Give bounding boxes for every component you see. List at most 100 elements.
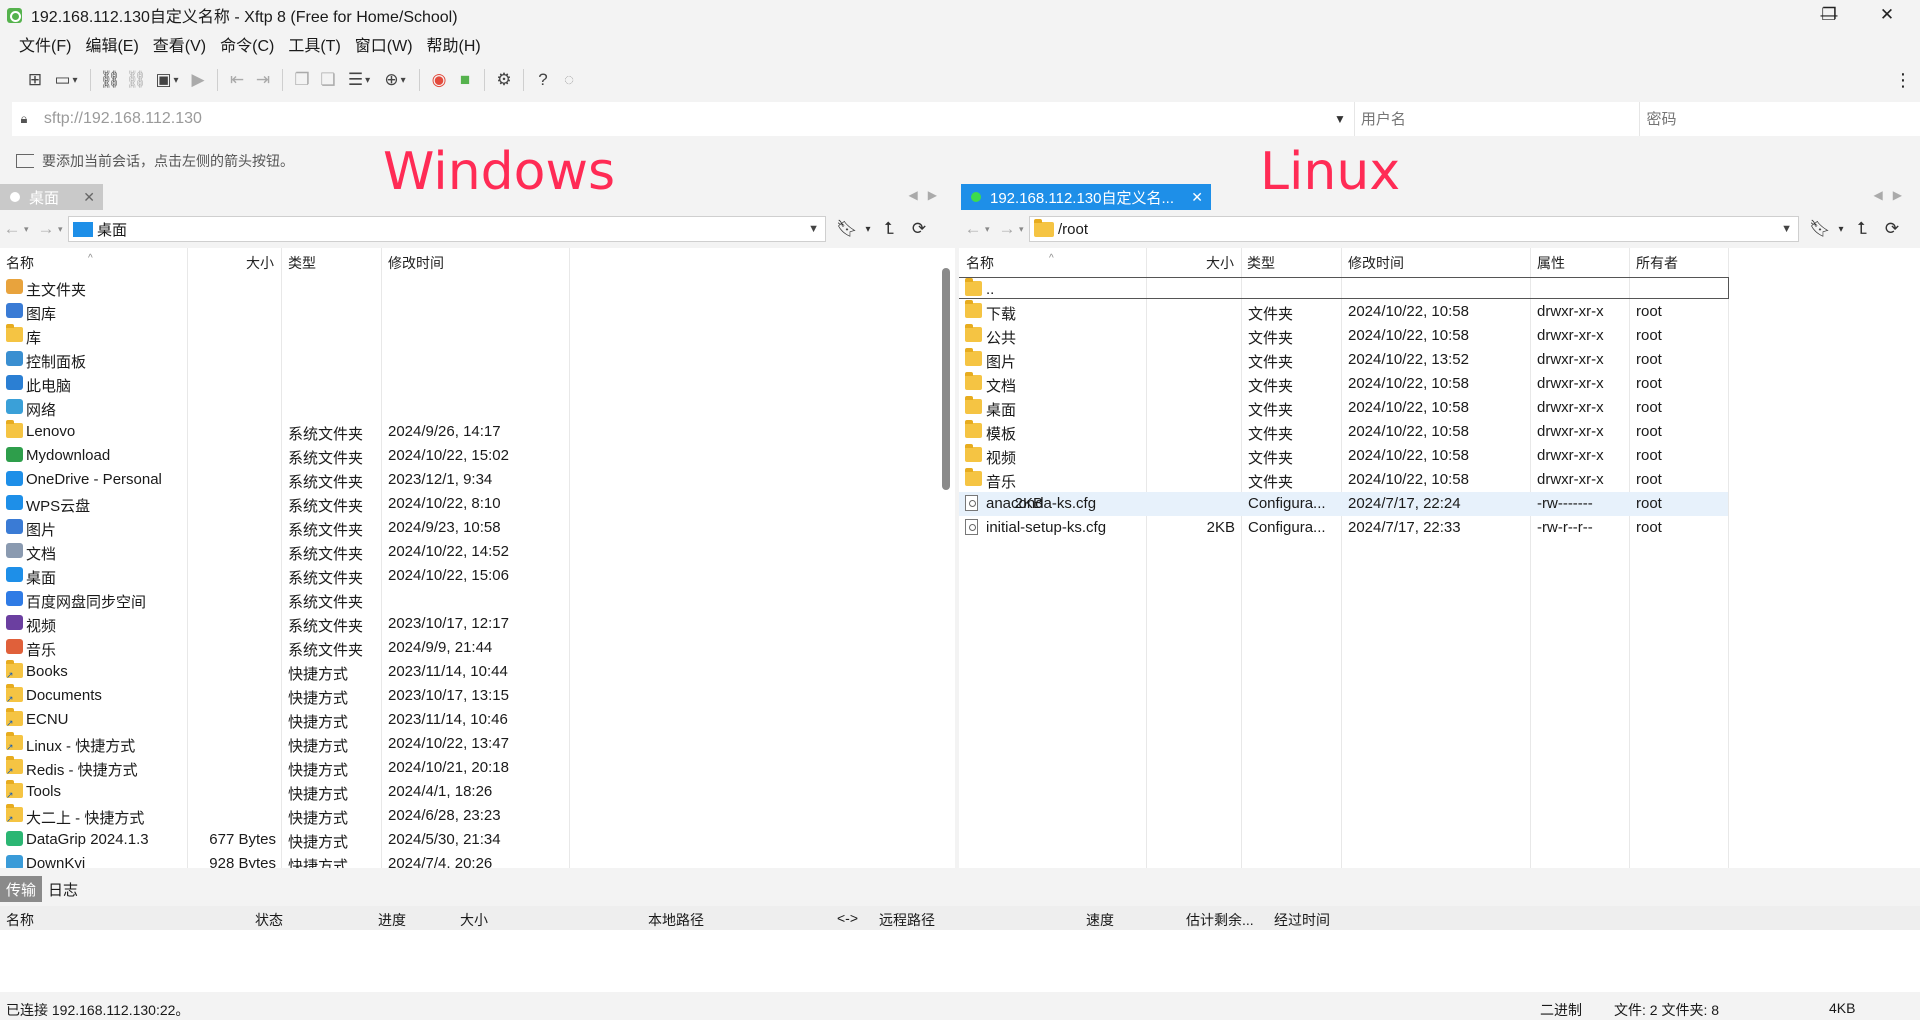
tab-remote-session[interactable]: 192.168.112.130自定义名... ✕	[961, 184, 1211, 210]
tab-transfer[interactable]: 传输	[0, 876, 43, 902]
file-row[interactable]: 公共 文件夹 2024/10/22, 10:58 drwxr-xr-x root	[959, 324, 1920, 348]
parent-folder-icon[interactable]: ⮤	[1847, 219, 1877, 239]
bookmark-dropdown-icon[interactable]: ▾	[862, 224, 874, 235]
col-mtime[interactable]: 修改时间	[388, 253, 444, 273]
file-row[interactable]: 网络	[0, 396, 955, 420]
file-row[interactable]: 此电脑	[0, 372, 955, 396]
file-row[interactable]: ..	[959, 277, 1729, 299]
xftp-icon[interactable]: ■	[452, 67, 478, 93]
file-row[interactable]: 大二上 - 快捷方式 快捷方式 2024/6/28, 23:23	[0, 804, 955, 828]
forward-icon[interactable]: →	[995, 219, 1019, 239]
tab-local-desktop[interactable]: 桌面 ✕	[0, 184, 103, 210]
minimize-button-2[interactable]	[1740, 0, 1798, 30]
file-row[interactable]: Books 快捷方式 2023/11/14, 10:44	[0, 660, 955, 684]
username-input[interactable]	[1353, 102, 1640, 136]
download-icon[interactable]: ⇥	[250, 67, 276, 93]
close-icon[interactable]: ✕	[83, 189, 95, 206]
file-row[interactable]: Documents 快捷方式 2023/10/17, 13:15	[0, 684, 955, 708]
menu-help[interactable]: 帮助(H)	[420, 32, 488, 56]
col-elapsed[interactable]: 经过时间	[1274, 910, 1330, 930]
parent-folder-icon[interactable]: ⮤	[874, 219, 904, 239]
chat-icon[interactable]: ◌	[556, 67, 582, 93]
col-remote-path[interactable]: 远程路径	[879, 910, 935, 930]
file-row[interactable]: Lenovo 系统文件夹 2024/9/26, 14:17	[0, 420, 955, 444]
file-row[interactable]: 下载 文件夹 2024/10/22, 10:58 drwxr-xr-x root	[959, 300, 1920, 324]
file-row[interactable]: 桌面 系统文件夹 2024/10/22, 15:06	[0, 564, 955, 588]
col-type[interactable]: 类型	[288, 253, 316, 273]
paste-icon[interactable]: ❏	[315, 67, 341, 93]
file-row[interactable]: 库	[0, 324, 955, 348]
session-bar-icon[interactable]	[16, 154, 34, 168]
xshell-icon[interactable]: ◉	[426, 67, 452, 93]
file-row[interactable]: 主文件夹	[0, 276, 955, 300]
col-mtime[interactable]: 修改时间	[1348, 253, 1404, 273]
file-row[interactable]: 百度网盘同步空间 系统文件夹	[0, 588, 955, 612]
col-attr[interactable]: 属性	[1537, 253, 1565, 273]
refresh-icon[interactable]: ⟳	[1877, 219, 1907, 239]
file-row[interactable]: 图片 文件夹 2024/10/22, 13:52 drwxr-xr-x root	[959, 348, 1920, 372]
more-options-icon[interactable]: ⋮	[1894, 70, 1912, 91]
disconnect-icon[interactable]: ⛓	[123, 67, 149, 93]
file-row[interactable]: 模板 文件夹 2024/10/22, 10:58 drwxr-xr-x root	[959, 420, 1920, 444]
view-list-icon[interactable]: ☰	[341, 67, 377, 93]
refresh-icon[interactable]: ⟳	[904, 219, 934, 239]
bookmark-dropdown-icon[interactable]: ▾	[1835, 224, 1847, 235]
file-row[interactable]: 文档 系统文件夹 2024/10/22, 14:52	[0, 540, 955, 564]
file-row[interactable]: ECNU 快捷方式 2023/11/14, 10:46	[0, 708, 955, 732]
file-row[interactable]: 视频 文件夹 2024/10/22, 10:58 drwxr-xr-x root	[959, 444, 1920, 468]
remote-path-field[interactable]: /root ▼	[1029, 216, 1799, 242]
col-size[interactable]: 大小	[1206, 253, 1234, 273]
col-local-path[interactable]: 本地路径	[648, 910, 704, 930]
file-row[interactable]: 音乐 文件夹 2024/10/22, 10:58 drwxr-xr-x root	[959, 468, 1920, 492]
file-row[interactable]: Tools 快捷方式 2024/4/1, 18:26	[0, 780, 955, 804]
close-icon[interactable]: ✕	[1191, 189, 1203, 206]
path-dropdown-icon[interactable]: ▼	[808, 223, 819, 235]
back-dropdown-icon[interactable]: ▾	[24, 224, 34, 235]
open-session-icon[interactable]: ▭	[48, 67, 84, 93]
menu-edit[interactable]: 编辑(E)	[78, 32, 145, 56]
file-row[interactable]: Mydownload 系统文件夹 2024/10/22, 15:02	[0, 444, 955, 468]
file-row[interactable]: anaconda-ks.cfg 2KB Configura... 2024/7/17,…	[959, 492, 1728, 516]
col-size[interactable]: 大小	[460, 910, 488, 930]
new-session-icon[interactable]: ⊞	[22, 67, 48, 93]
file-row[interactable]: 图片 系统文件夹 2024/9/23, 10:58	[0, 516, 955, 540]
tab-log[interactable]: 日志	[42, 876, 84, 902]
path-dropdown-icon[interactable]: ▼	[1781, 223, 1792, 235]
terminal-icon[interactable]: ▶	[185, 67, 211, 93]
file-row[interactable]: 桌面 文件夹 2024/10/22, 10:58 drwxr-xr-x root	[959, 396, 1920, 420]
col-owner[interactable]: 所有者	[1636, 253, 1678, 273]
close-button[interactable]: ✕	[1858, 0, 1916, 30]
file-row[interactable]: 音乐 系统文件夹 2024/9/9, 21:44	[0, 636, 955, 660]
file-row[interactable]: Linux - 快捷方式 快捷方式 2024/10/22, 13:47	[0, 732, 955, 756]
file-row[interactable]: DownKyi 928 Bytes 快捷方式 2024/7/4, 20:26	[0, 852, 955, 868]
menu-view[interactable]: 查看(V)	[146, 32, 213, 56]
host-input[interactable]	[35, 102, 1335, 136]
menu-command[interactable]: 命令(C)	[213, 32, 281, 56]
file-row[interactable]: Redis - 快捷方式 快捷方式 2024/10/21, 20:18	[0, 756, 955, 780]
col-progress[interactable]: 进度	[378, 910, 406, 930]
globe-icon[interactable]: ⊕	[377, 67, 413, 93]
local-scrollbar[interactable]	[942, 268, 950, 490]
file-row[interactable]: 视频 系统文件夹 2023/10/17, 12:17	[0, 612, 955, 636]
gear-icon[interactable]: ⚙	[491, 67, 517, 93]
file-row[interactable]: WPS云盘 系统文件夹 2024/10/22, 8:10	[0, 492, 955, 516]
copy-icon[interactable]: ❐	[289, 67, 315, 93]
file-row[interactable]: 图库	[0, 300, 955, 324]
bookmark-icon[interactable]: 🔖︎	[1805, 219, 1835, 239]
file-row[interactable]: 控制面板	[0, 348, 955, 372]
new-tab-icon[interactable]: ▣	[149, 67, 185, 93]
menu-tools[interactable]: 工具(T)	[281, 32, 347, 56]
help-icon[interactable]: ?	[530, 67, 556, 93]
col-name[interactable]: 名称	[966, 253, 994, 273]
file-row[interactable]: 文档 文件夹 2024/10/22, 10:58 drwxr-xr-x root	[959, 372, 1920, 396]
col-size[interactable]: 大小	[246, 253, 274, 273]
maximize-button[interactable]: ❐	[1800, 0, 1858, 30]
bookmark-icon[interactable]: 🔖︎	[832, 219, 862, 239]
connect-icon[interactable]: ⛓	[97, 67, 123, 93]
forward-icon[interactable]: →	[34, 219, 58, 239]
file-row[interactable]: OneDrive - Personal 系统文件夹 2023/12/1, 9:34	[0, 468, 955, 492]
col-name[interactable]: 名称	[6, 910, 34, 930]
host-dropdown-icon[interactable]: ▼	[1334, 112, 1354, 126]
col-eta[interactable]: 估计剩余...	[1186, 910, 1254, 930]
file-row[interactable]: DataGrip 2024.1.3 677 Bytes 快捷方式 2024/5/30,…	[0, 828, 955, 852]
